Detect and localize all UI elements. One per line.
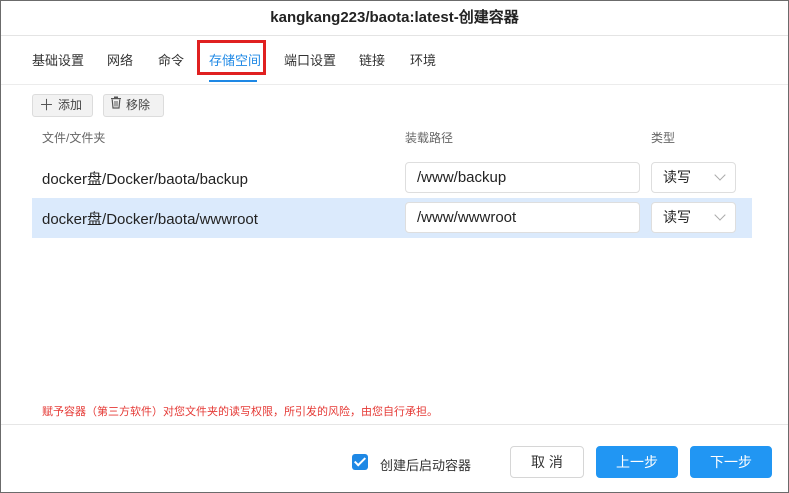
create-container-dialog: kangkang223/baota:latest-创建容器 基础设置 网络 命令… bbox=[0, 0, 789, 493]
previous-button[interactable]: 上一步 bbox=[596, 446, 678, 478]
column-header-folder: 文件/文件夹 bbox=[42, 131, 106, 145]
tab-storage[interactable]: 存储空间 bbox=[209, 52, 261, 70]
add-label: 添加 bbox=[58, 98, 83, 112]
cancel-button[interactable]: 取 消 bbox=[510, 446, 584, 478]
mount-path-input[interactable]: /www/backup bbox=[405, 162, 640, 193]
type-value: 读写 bbox=[663, 209, 691, 225]
add-button[interactable]: ＋ 添加 bbox=[32, 94, 93, 117]
tab-links[interactable]: 链接 bbox=[359, 52, 385, 70]
tab-network[interactable]: 网络 bbox=[107, 52, 133, 70]
tab-bar: 基础设置 网络 命令 存储空间 端口设置 链接 环境 bbox=[1, 36, 788, 84]
tabs-divider bbox=[1, 84, 788, 85]
tab-port-settings[interactable]: 端口设置 bbox=[284, 52, 336, 70]
plus-icon: ＋ bbox=[39, 97, 55, 114]
column-header-mount-path: 装载路径 bbox=[405, 131, 454, 145]
tab-basic-settings[interactable]: 基础设置 bbox=[32, 52, 84, 70]
type-select[interactable]: 读写 bbox=[651, 202, 736, 233]
risk-warning: 赋予容器（第三方软件）对您文件夹的读写权限，所引发的风险，由您自行承担。 bbox=[42, 406, 438, 418]
folder-path: docker盘/Docker/baota/backup bbox=[42, 171, 248, 188]
tab-command[interactable]: 命令 bbox=[158, 52, 184, 70]
mount-path-input[interactable]: /www/wwwroot bbox=[405, 202, 640, 233]
folder-path: docker盘/Docker/baota/wwwroot bbox=[42, 211, 258, 228]
dialog-title: kangkang223/baota:latest-创建容器 bbox=[270, 9, 519, 26]
type-select[interactable]: 读写 bbox=[651, 162, 736, 193]
column-header-type: 类型 bbox=[651, 131, 676, 145]
table-row[interactable]: docker盘/Docker/baota/wwwroot /www/wwwroo… bbox=[32, 198, 752, 238]
trash-icon bbox=[110, 95, 122, 116]
footer-divider bbox=[1, 424, 788, 425]
autostart-checkbox[interactable] bbox=[352, 454, 368, 470]
remove-button[interactable]: 移除 bbox=[103, 94, 164, 117]
active-tab-indicator bbox=[209, 80, 257, 82]
chevron-down-icon bbox=[714, 169, 726, 181]
remove-label: 移除 bbox=[126, 98, 151, 112]
type-value: 读写 bbox=[663, 169, 691, 185]
chevron-down-icon bbox=[714, 209, 726, 221]
table-row[interactable]: docker盘/Docker/baota/backup /www/backup … bbox=[32, 158, 752, 198]
autostart-label[interactable]: 创建后启动容器 bbox=[380, 455, 471, 474]
tab-environment[interactable]: 环境 bbox=[410, 52, 436, 70]
next-button[interactable]: 下一步 bbox=[690, 446, 772, 478]
